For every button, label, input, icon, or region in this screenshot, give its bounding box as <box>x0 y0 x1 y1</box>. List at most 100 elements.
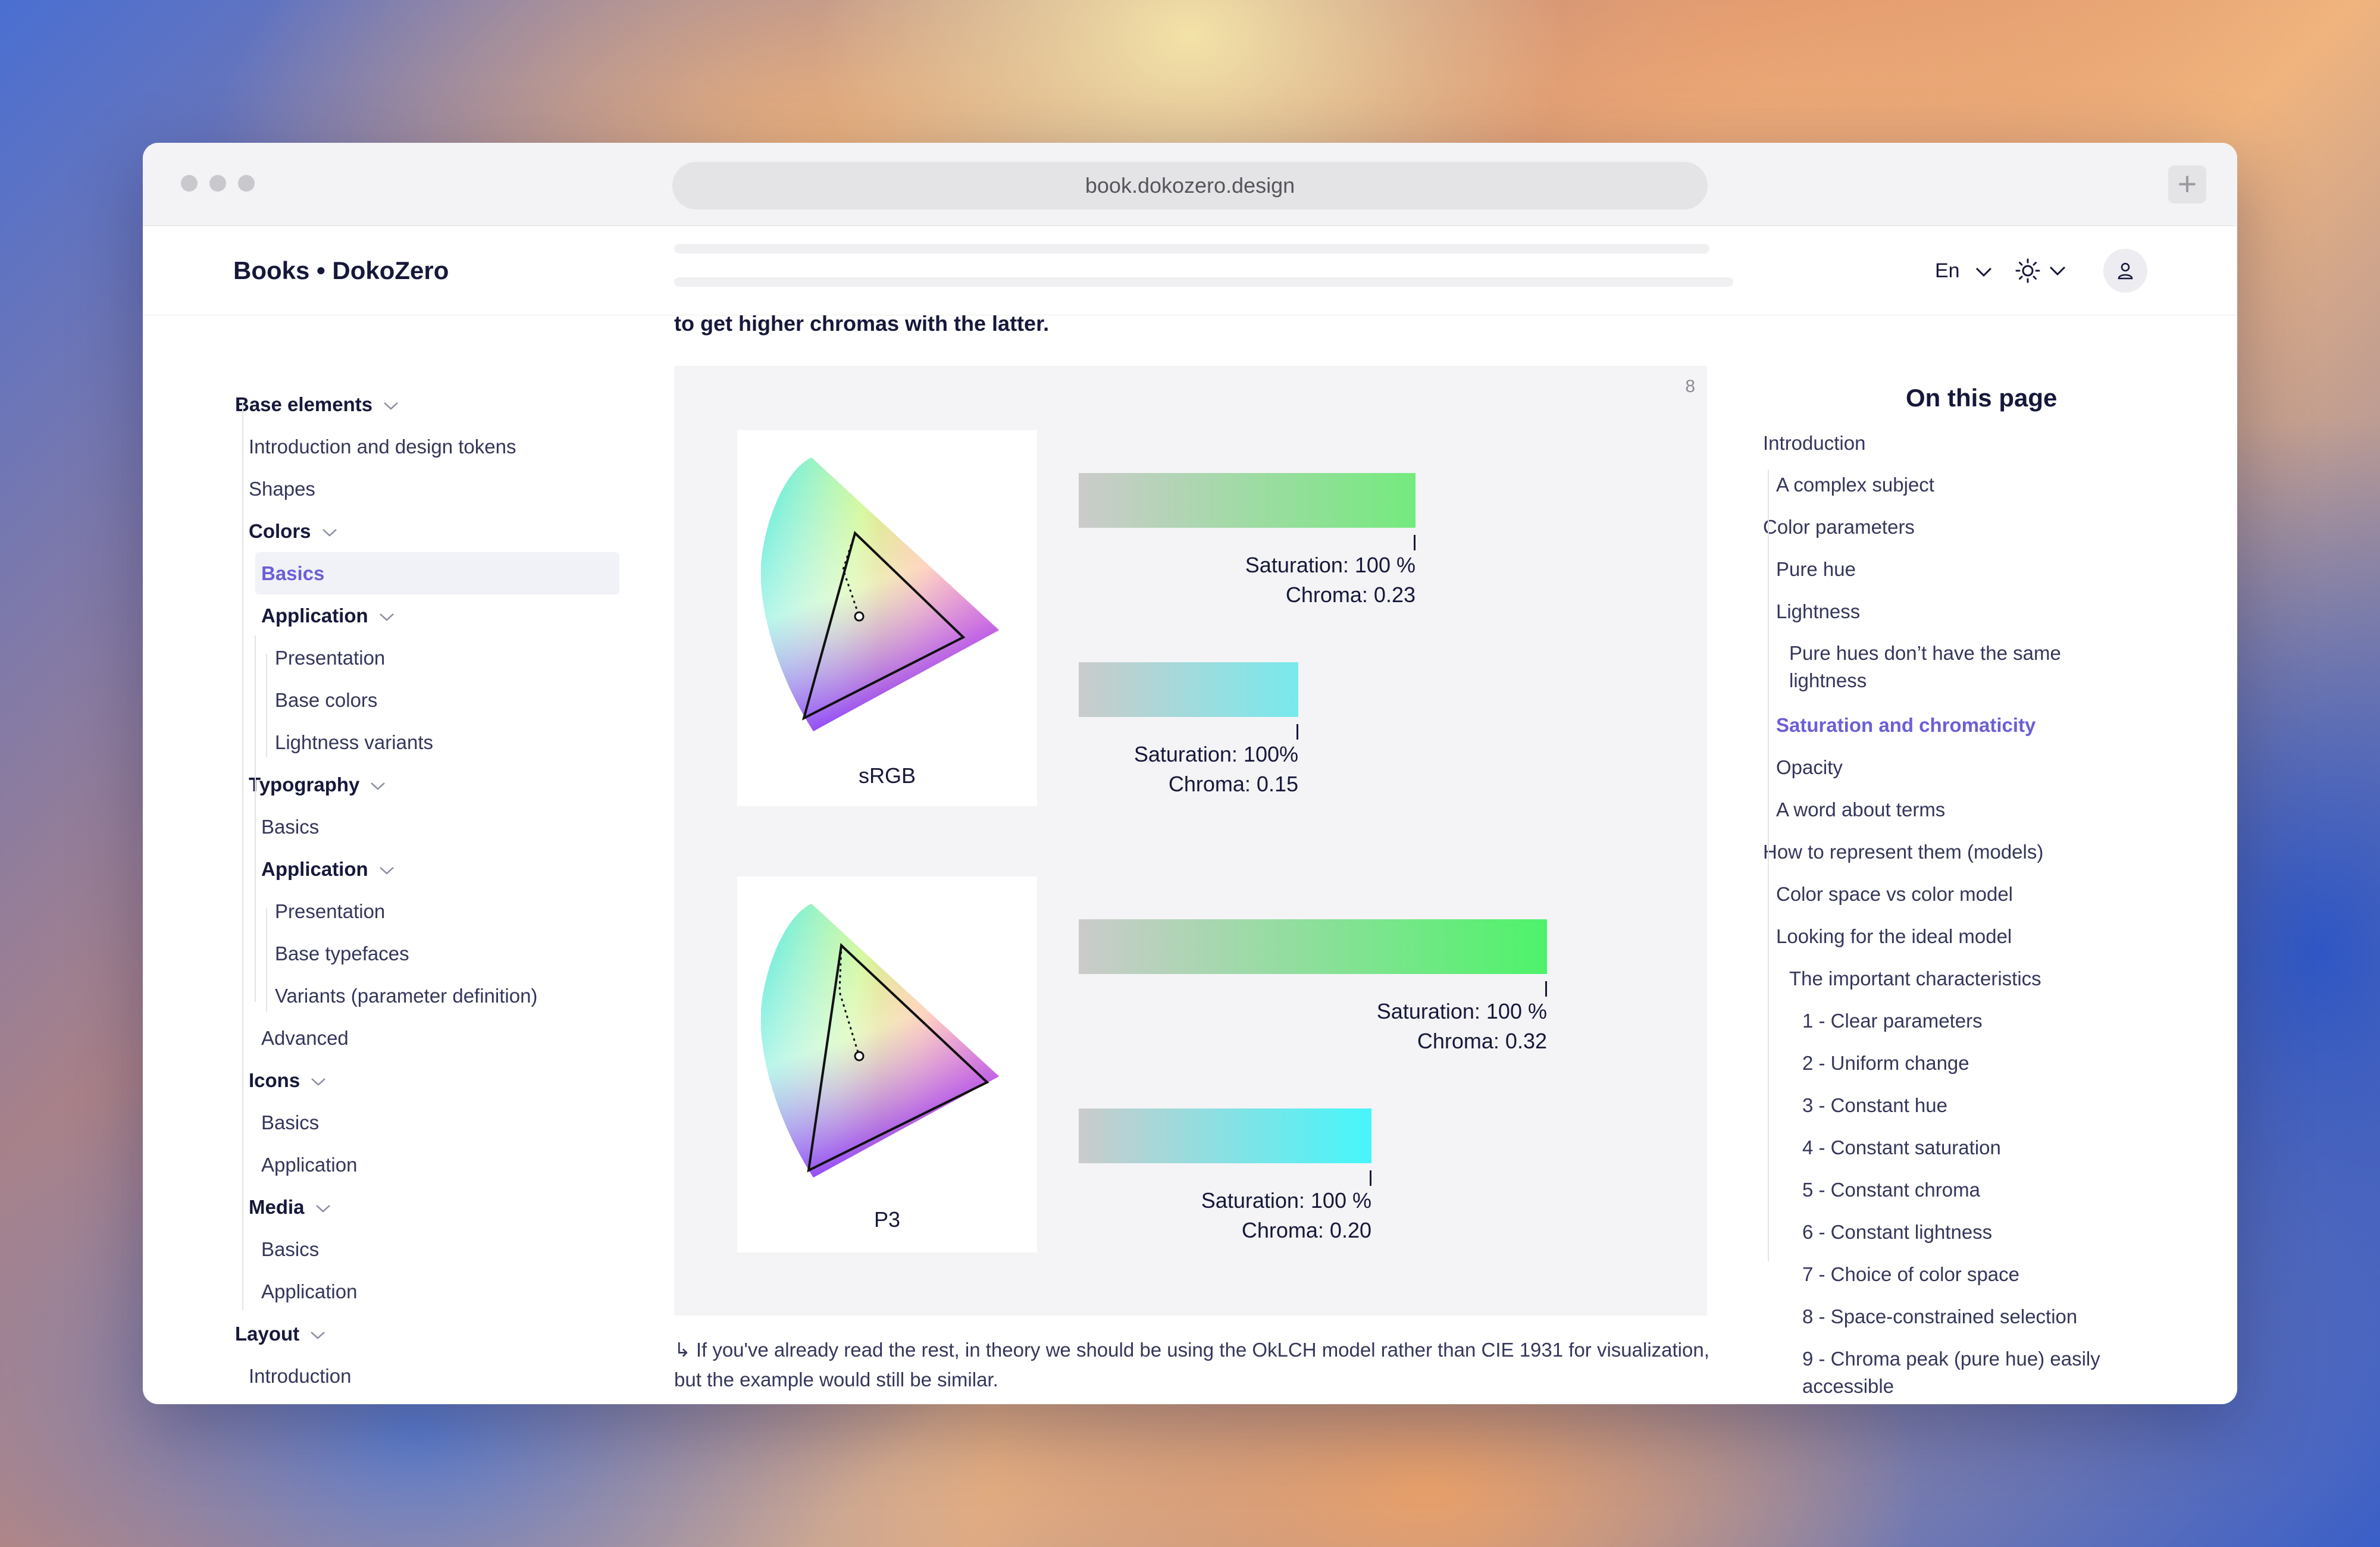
chroma-value: Chroma: 0.20 <box>1241 1218 1371 1242</box>
sidebar-item[interactable]: Icons <box>249 1059 327 1101</box>
saturation-value: Saturation: 100 % <box>1201 1188 1371 1213</box>
toc-item[interactable]: lightness <box>1789 667 1867 694</box>
toc-item[interactable]: 4 - Constant saturation <box>1802 1134 2001 1161</box>
sidebar-item[interactable]: Typography <box>249 763 387 806</box>
sidebar-item[interactable]: Base typefaces <box>275 932 409 975</box>
srgb-chromaticity-diagram <box>761 458 999 731</box>
sidebar-item[interactable]: Application <box>261 594 396 637</box>
sidebar-item-label: Presentation <box>275 900 386 922</box>
chevron-down-icon[interactable] <box>369 780 387 792</box>
sidebar-item-label: Advanced <box>261 1027 349 1049</box>
sidebar-item-label: Layout <box>235 1323 300 1345</box>
toc-item[interactable]: 3 - Constant hue <box>1802 1092 1947 1119</box>
sidebar-item[interactable]: Basics <box>261 1101 319 1144</box>
sidebar-item[interactable]: Variants (parameter definition) <box>275 975 537 1017</box>
sidebar-item[interactable]: Application <box>261 1144 357 1186</box>
language-selector[interactable]: En <box>1935 226 1993 315</box>
chroma-tick <box>1545 981 1547 997</box>
chevron-down-icon[interactable] <box>309 1076 327 1088</box>
sidebar-item[interactable]: Basics <box>261 552 324 594</box>
toc-item[interactable]: Saturation and chromaticity <box>1776 712 2035 739</box>
sidebar-item-label: Typography <box>249 774 360 796</box>
toc-item[interactable]: A complex subject <box>1776 471 1934 499</box>
toc-item[interactable]: 7 - Choice of color space <box>1802 1261 2019 1288</box>
toc-item[interactable]: A word about terms <box>1776 796 1945 823</box>
toc-item[interactable]: 9 - Chroma peak (pure hue) easily <box>1802 1345 2100 1373</box>
sidebar-item[interactable]: Colors <box>249 510 339 552</box>
toc-item[interactable]: Color parameters <box>1763 513 1915 541</box>
language-label: En <box>1935 259 1960 282</box>
sidebar-item[interactable]: Application <box>261 848 396 890</box>
chroma-tick <box>1370 1170 1371 1186</box>
toc-item[interactable]: Looking for the ideal model <box>1776 923 2012 950</box>
sidebar-item[interactable]: Basics <box>261 806 319 848</box>
sidebar-item[interactable]: Base elements <box>235 383 400 425</box>
window-minimize-dot[interactable] <box>209 175 226 192</box>
nav-tree-line <box>255 635 256 1002</box>
toc-item[interactable]: Pure hues don’t have the same <box>1789 640 2061 667</box>
p3-chromaticity-diagram <box>761 904 999 1178</box>
chevron-down-icon[interactable] <box>314 1202 332 1214</box>
chroma-bar-label: Saturation: 100% Chroma: 0.15 <box>1134 740 1298 799</box>
chevron-down-icon[interactable] <box>321 527 339 538</box>
sidebar-item-label: Application <box>261 1154 358 1176</box>
toc-item[interactable]: 8 - Space-constrained selection <box>1802 1303 2077 1330</box>
sidebar-item-label: Introduction <box>249 1365 352 1387</box>
toc-item[interactable]: Introduction <box>1763 430 1865 457</box>
sidebar-item[interactable]: Base colors <box>275 679 377 721</box>
chroma-bar <box>1079 919 1547 974</box>
sidebar-item[interactable]: Presentation <box>275 890 385 932</box>
chevron-down-icon[interactable] <box>309 1329 327 1341</box>
toc-item[interactable]: Pure hue <box>1776 556 1856 583</box>
browser-window: book.dokozero.design + to get higher chr… <box>143 143 2237 1404</box>
toc-item[interactable]: The important characteristics <box>1789 965 2041 992</box>
toc-item[interactable]: Color space vs color model <box>1776 881 2013 908</box>
sidebar-item-label: Basics <box>261 816 320 838</box>
toc-item[interactable]: accessible <box>1802 1373 1894 1400</box>
p3-label: P3 <box>873 1207 901 1232</box>
sidebar-item[interactable]: Basics <box>261 1228 319 1270</box>
sidebar-item-label: Basics <box>261 1238 320 1260</box>
user-icon <box>2118 262 2133 280</box>
chroma-value: Chroma: 0.23 <box>1285 583 1416 607</box>
sidebar-item-label: Basics <box>261 562 325 584</box>
srgb-label: sRGB <box>858 763 916 788</box>
sidebar-item[interactable]: Layout <box>235 1313 327 1355</box>
nav-tree-line <box>242 403 243 1310</box>
sidebar-item-label: Base typefaces <box>275 942 409 964</box>
sidebar-item-label: Presentation <box>275 647 386 669</box>
sidebar-item-label: Base elements <box>235 393 373 415</box>
toc-item[interactable]: 6 - Constant lightness <box>1802 1219 1992 1246</box>
plus-icon[interactable]: + <box>2168 165 2206 203</box>
chevron-down-icon[interactable] <box>378 865 396 876</box>
user-avatar[interactable] <box>2103 249 2147 293</box>
window-close-dot[interactable] <box>181 175 198 192</box>
toc-item[interactable]: 2 - Uniform change <box>1802 1050 1969 1077</box>
sidebar-item[interactable]: Media <box>249 1186 332 1228</box>
srgb-gamut-card: sRGB <box>737 430 1037 806</box>
toc-item[interactable]: Lightness <box>1776 598 1860 625</box>
address-bar[interactable]: book.dokozero.design <box>672 162 1708 209</box>
site-logo[interactable]: Books • DokoZero <box>233 226 449 315</box>
sidebar-item[interactable]: Shapes <box>249 468 315 510</box>
sidebar-item[interactable]: Presentation <box>275 637 385 679</box>
sidebar-item[interactable]: Application <box>261 1270 357 1313</box>
sidebar-item-label: Lightness variants <box>275 731 433 753</box>
sidebar-item-label: Colors <box>249 520 311 542</box>
sidebar-item[interactable]: Advanced <box>261 1017 349 1059</box>
sidebar-item[interactable]: Introduction and design tokens <box>249 425 516 468</box>
saturation-value: Saturation: 100 % <box>1376 999 1547 1023</box>
chevron-down-icon[interactable] <box>378 611 396 623</box>
sidebar-item-label: Basics <box>261 1111 320 1133</box>
toc-item[interactable]: 5 - Constant chroma <box>1802 1176 1980 1204</box>
sidebar-item[interactable]: Introduction <box>249 1355 351 1397</box>
sidebar-item[interactable]: Lightness variants <box>275 721 433 763</box>
theme-selector[interactable] <box>2015 257 2072 284</box>
window-zoom-dot[interactable] <box>238 175 255 192</box>
chevron-down-icon[interactable] <box>382 400 400 412</box>
sidebar-item-label: Application <box>261 605 368 627</box>
toc-item[interactable]: Opacity <box>1776 754 1843 781</box>
toc-item[interactable]: How to represent them (models) <box>1763 838 2043 866</box>
toc-item[interactable]: 1 - Clear parameters <box>1802 1007 1983 1035</box>
sidebar-item-label: Icons <box>249 1069 300 1091</box>
